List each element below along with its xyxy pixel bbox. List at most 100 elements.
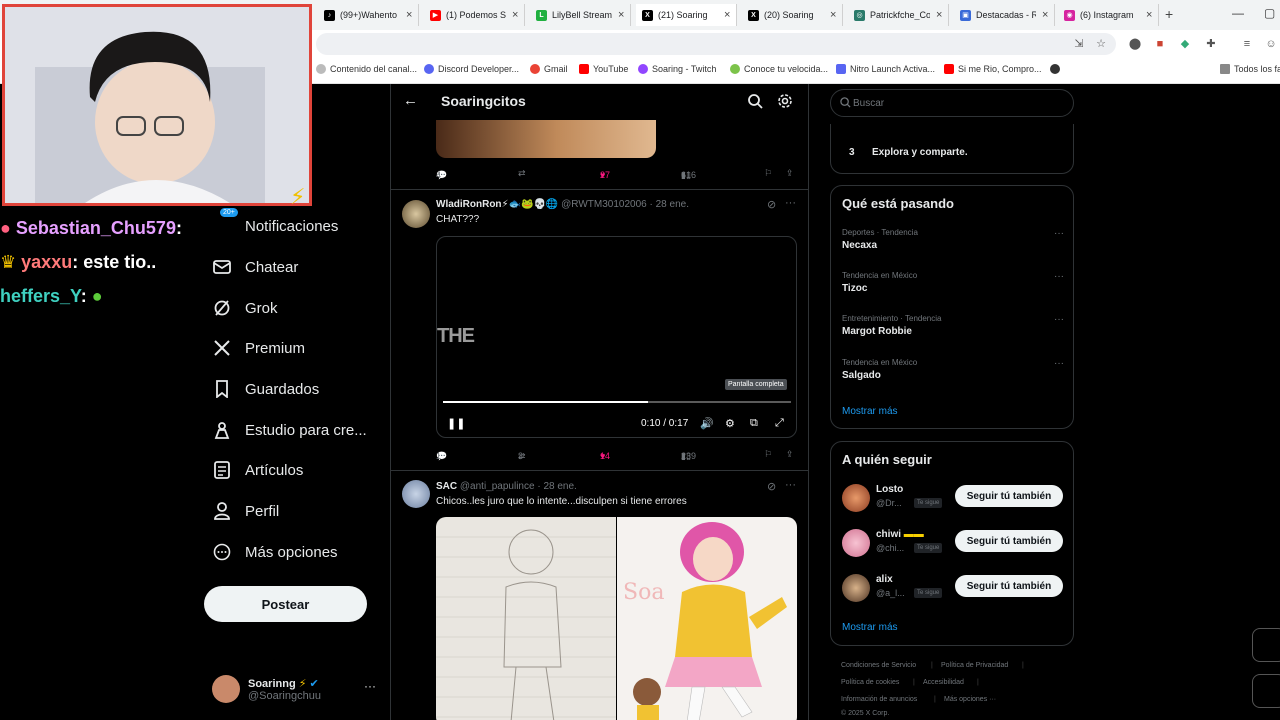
follow-suggestion[interactable]: alix @a_l... Te sigue Seguir tú también [842, 572, 1066, 604]
grok-float-button[interactable] [1252, 628, 1280, 662]
footer-link[interactable]: Política de cookies [841, 679, 899, 686]
more-icon[interactable]: ··· [785, 479, 796, 491]
avatar[interactable] [402, 200, 430, 228]
more-icon[interactable]: ··· [1054, 228, 1064, 239]
install-app-icon[interactable]: ⇲ [1072, 37, 1086, 51]
fullscreen-icon[interactable]: ⤢ [775, 417, 784, 430]
footer-link[interactable]: Accesibilidad [923, 679, 964, 686]
minimize-icon[interactable]: — [1232, 6, 1244, 20]
nav-premium[interactable]: Premium [212, 338, 305, 358]
video-progress-bar[interactable] [443, 401, 791, 403]
pip-icon[interactable]: ⧉ [750, 417, 758, 430]
footer-link[interactable]: Condiciones de Servicio [841, 662, 916, 669]
nav-articulos[interactable]: Artículos [212, 460, 303, 480]
grok-icon[interactable]: ⊘ [767, 198, 776, 211]
search-input[interactable]: Buscar [830, 89, 1074, 117]
browser-tab[interactable]: ◉ (6) Instagram × [1058, 4, 1160, 26]
messages-float-button[interactable] [1252, 674, 1280, 708]
account-switcher[interactable]: Soarinng ⚡ ✔ @Soaringchuu ··· [212, 671, 382, 707]
tweet-image[interactable] [436, 120, 656, 158]
gear-icon[interactable] [777, 93, 793, 109]
extension-pdf-icon[interactable]: ■ [1153, 37, 1167, 51]
drawing-image[interactable]: Soa [617, 517, 797, 720]
follow-suggestion[interactable]: Losto @Dr... Te sigue Seguir tú también [842, 482, 1066, 514]
bookmark-icon[interactable]: ⚐ [764, 449, 772, 460]
close-icon[interactable]: × [936, 9, 942, 21]
back-arrow-icon[interactable]: ← [403, 92, 418, 109]
settings-icon[interactable]: ⚙ [725, 417, 735, 430]
footer-link[interactable]: Información de anuncios [841, 696, 917, 703]
more-icon[interactable]: ··· [1054, 314, 1064, 325]
bookmark-item[interactable]: Si me Rio, Compro... [944, 64, 1042, 74]
close-icon[interactable]: × [724, 9, 730, 21]
grok-icon[interactable]: ⊘ [767, 480, 776, 493]
close-icon[interactable]: × [618, 9, 624, 21]
bookmark-item[interactable]: Contenido del canal... [316, 64, 417, 74]
reply-button[interactable]: 💬 1 [436, 449, 447, 461]
new-tab-icon[interactable]: + [1165, 6, 1173, 22]
more-icon[interactable]: ··· [1054, 271, 1064, 282]
views-button[interactable]: ▮▯ 616 [681, 168, 696, 180]
volume-icon[interactable]: 🔊 [700, 417, 714, 430]
extensions-puzzle-icon[interactable]: ✚ [1204, 37, 1218, 51]
trend-item[interactable]: Deportes · Tendencia Necaxa ··· [842, 228, 1064, 251]
close-icon[interactable]: × [1146, 9, 1152, 21]
star-bookmark-icon[interactable]: ☆ [1094, 37, 1108, 51]
bookmark-folder[interactable]: Todos los fa [1220, 64, 1280, 74]
bookmark-item[interactable] [1050, 64, 1064, 74]
nav-estudio[interactable]: Estudio para cre... [212, 420, 367, 440]
nav-perfil[interactable]: Perfil [212, 501, 279, 521]
sketch-image[interactable] [436, 517, 616, 720]
browser-tab-active[interactable]: X (21) Soaring × [636, 4, 738, 26]
url-input[interactable] [316, 33, 1116, 55]
bookmark-icon[interactable]: ⚐ [764, 168, 772, 179]
bookmark-item[interactable]: Conoce tu velocida... [730, 64, 828, 74]
footer-link[interactable]: Más opciones ··· [944, 696, 996, 703]
nav-notificaciones[interactable]: 20+ Notificaciones [212, 208, 338, 236]
close-icon[interactable]: × [1042, 9, 1048, 21]
maximize-icon[interactable]: ▢ [1264, 6, 1275, 20]
show-more-link[interactable]: Mostrar más [842, 406, 898, 417]
nav-grok[interactable]: Grok [212, 298, 278, 318]
reply-button[interactable]: 💬 4 [436, 168, 447, 180]
more-icon[interactable]: ··· [785, 197, 796, 209]
share-icon[interactable]: ⇪ [786, 449, 794, 460]
bookmark-item[interactable]: Gmail [530, 64, 568, 74]
close-icon[interactable]: × [406, 9, 412, 21]
media-control-icon[interactable]: ≡ [1240, 37, 1254, 51]
browser-tab[interactable]: ♪ (99+)Wahento × [318, 4, 420, 26]
follow-button[interactable]: Seguir tú también [955, 575, 1063, 597]
extension-record-icon[interactable]: ⬤ [1128, 37, 1142, 51]
views-button[interactable]: ▮▯ 239 [681, 449, 696, 461]
search-icon[interactable] [747, 93, 763, 109]
trend-item[interactable]: Entretenimiento · Tendencia Margot Robbie… [842, 314, 1064, 337]
follow-button[interactable]: Seguir tú también [955, 485, 1063, 507]
retweet-button[interactable]: ⇄ 3 [518, 449, 526, 461]
tweet-media-grid[interactable]: Soa [436, 517, 797, 720]
bookmark-item[interactable]: Discord Developer... [424, 64, 519, 74]
nav-guardados[interactable]: Guardados [212, 379, 319, 399]
footer-link[interactable]: Política de Privacidad [941, 662, 1008, 669]
browser-tab[interactable]: X (20) Soaring × [742, 4, 844, 26]
browser-tab[interactable]: ◎ Patrickfche_Co × [848, 4, 950, 26]
browser-tab[interactable]: L LilyBell Stream × [530, 4, 632, 26]
nav-mas-opciones[interactable]: Más opciones [212, 542, 338, 562]
avatar[interactable] [402, 480, 430, 508]
video-player[interactable]: THE Pantalla completa ❚❚ 0:10 / 0:17 🔊 ⚙… [436, 236, 797, 438]
close-icon[interactable]: × [830, 9, 836, 21]
nav-chatear[interactable]: Chatear [212, 257, 298, 277]
share-icon[interactable]: ⇪ [786, 168, 794, 179]
more-icon[interactable]: ··· [364, 679, 376, 693]
like-button[interactable]: ♥ 27 [600, 168, 610, 180]
profile-avatar-icon[interactable]: ☺ [1264, 37, 1278, 51]
bookmark-item[interactable]: Nitro Launch Activa... [836, 64, 935, 74]
extension-vpn-icon[interactable]: ◆ [1178, 37, 1192, 51]
like-button[interactable]: ♥ 14 [600, 449, 610, 461]
trend-item[interactable]: Tendencia en México Salgado ··· [842, 358, 1064, 381]
show-more-link[interactable]: Mostrar más [842, 622, 898, 633]
bookmark-item[interactable]: YouTube [579, 64, 628, 74]
follow-button[interactable]: Seguir tú también [955, 530, 1063, 552]
pause-icon[interactable]: ❚❚ [447, 417, 465, 430]
close-icon[interactable]: × [512, 9, 518, 21]
more-icon[interactable]: ··· [1054, 358, 1064, 369]
